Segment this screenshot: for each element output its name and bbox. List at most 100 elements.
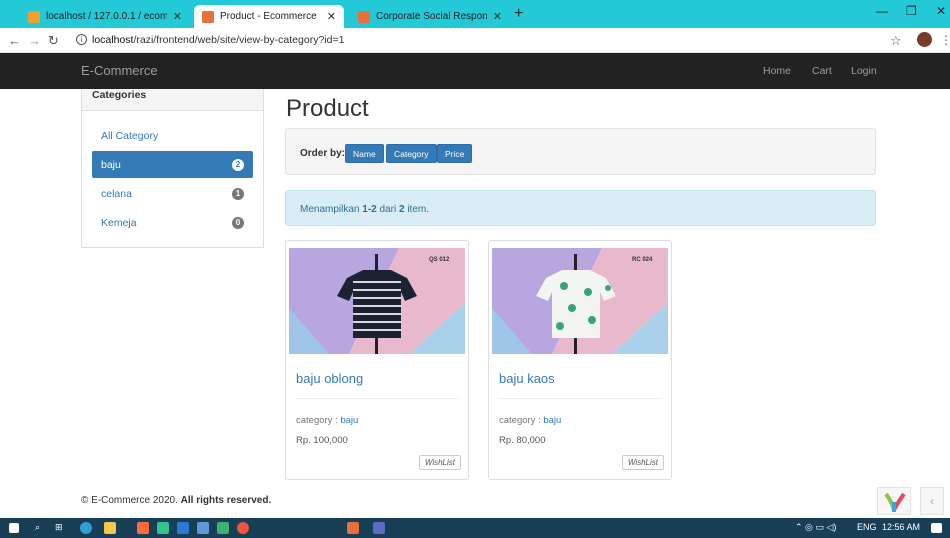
- order-name-button[interactable]: Name: [345, 144, 384, 163]
- chevron-left-icon[interactable]: ‹: [920, 487, 944, 515]
- product-image[interactable]: RC 024: [492, 248, 668, 354]
- windows-taskbar: ⌕ ⊞ ⌃ ◎ ▭ ◁) ENG 12:56 AM: [0, 518, 950, 538]
- product-photo-striped-shirt: QS 012: [289, 248, 465, 354]
- chrome-icon[interactable]: [237, 522, 249, 534]
- new-tab-button[interactable]: +: [514, 5, 523, 23]
- address-bar: ← → ↻ i localhost/razi/frontend/web/site…: [0, 28, 950, 53]
- browser-menu-icon[interactable]: ⋮: [940, 33, 950, 47]
- sidebar-item-label: All Category: [101, 129, 159, 142]
- file-explorer-icon[interactable]: [104, 522, 116, 534]
- phpmyadmin-icon: [28, 10, 40, 23]
- profile-avatar[interactable]: [917, 32, 932, 47]
- tab-phpmyadmin[interactable]: localhost / 127.0.0.1 / ecom2 / ... ✕: [20, 5, 190, 28]
- sidebar-item-label: celana: [101, 187, 132, 200]
- product-photo-palm-shirt: RC 024: [492, 248, 668, 354]
- product-category: category : baju: [296, 415, 358, 426]
- notification-icon[interactable]: [931, 523, 942, 533]
- clock[interactable]: 12:56 AM: [882, 522, 920, 532]
- results-summary: Menampilkan 1-2 dari 2 item.: [285, 190, 876, 226]
- sublime-icon[interactable]: [347, 522, 359, 534]
- sidebar-heading: Categories: [82, 89, 263, 111]
- close-window-icon[interactable]: ✕: [936, 4, 946, 18]
- tab-title: Product - Ecommerce: [220, 11, 317, 22]
- minimize-icon[interactable]: —: [876, 4, 888, 18]
- bookmark-star-icon[interactable]: ☆: [890, 33, 902, 49]
- order-by-label: Order by:: [300, 148, 346, 159]
- product-image[interactable]: QS 012: [289, 248, 465, 354]
- product-tag: QS 012: [429, 257, 450, 263]
- nav-login[interactable]: Login: [851, 65, 877, 77]
- browser-tab-bar: localhost / 127.0.0.1 / ecom2 / ... ✕ Pr…: [0, 0, 950, 28]
- product-card: QS 012 baju oblong category : baju Rp. 1…: [285, 240, 469, 480]
- sidebar-item-all-category[interactable]: All Category: [92, 122, 253, 149]
- order-by-bar: Order by: Name Category Price: [285, 128, 876, 175]
- url-field[interactable]: localhost/razi/frontend/web/site/view-by…: [92, 34, 344, 46]
- page-title: Product: [286, 95, 369, 122]
- wishlist-button[interactable]: WishList: [621, 455, 664, 470]
- task-view-icon[interactable]: ⊞: [55, 522, 63, 533]
- sidebar-item-kemeja[interactable]: Kemeja 0: [92, 209, 253, 236]
- divider: [296, 398, 458, 399]
- close-icon[interactable]: ✕: [487, 10, 502, 23]
- app-icon[interactable]: [137, 522, 149, 534]
- summary-text: dari: [379, 204, 397, 215]
- app-icon[interactable]: [373, 522, 385, 534]
- reload-icon[interactable]: ↻: [48, 33, 59, 49]
- back-icon[interactable]: ←: [8, 33, 21, 48]
- product-name-link[interactable]: baju kaos: [499, 371, 555, 386]
- summary-range: 1-2: [362, 204, 377, 215]
- order-price-button[interactable]: Price: [437, 144, 473, 163]
- summary-total: 2: [398, 204, 405, 215]
- brand-link[interactable]: E-Commerce: [81, 63, 158, 78]
- count-badge: 1: [232, 187, 244, 200]
- footer-text: © E-Commerce 2020.: [81, 495, 178, 506]
- url-path: /razi/frontend/web/site/view-by-category…: [133, 34, 345, 46]
- site-favicon-icon: [358, 10, 370, 23]
- tab-csr[interactable]: Corporate Social Responsibility ✕: [350, 5, 510, 28]
- product-card: RC 024 baju kaos category : baju Rp. 80,…: [488, 240, 672, 480]
- product-price: Rp. 100,000: [296, 435, 348, 446]
- count-badge: 0: [232, 216, 244, 229]
- system-tray-icons[interactable]: ⌃ ◎ ▭ ◁): [795, 522, 836, 533]
- app-icon[interactable]: [157, 522, 169, 534]
- summary-text: Menampilkan: [300, 204, 360, 215]
- sidebar-item-label: Kemeja: [101, 216, 137, 229]
- nav-home[interactable]: Home: [763, 65, 791, 77]
- tab-title: localhost / 127.0.0.1 / ecom2 / ...: [46, 11, 167, 22]
- forward-icon[interactable]: →: [28, 33, 41, 48]
- order-category-button[interactable]: Category: [386, 144, 437, 163]
- app-icon[interactable]: [217, 522, 229, 534]
- sidebar-item-label: baju: [101, 158, 121, 171]
- site-info-icon[interactable]: i: [76, 34, 87, 45]
- tab-product-ecommerce[interactable]: Product - Ecommerce ✕: [194, 5, 344, 28]
- search-icon[interactable]: ⌕: [35, 522, 40, 533]
- language-indicator[interactable]: ENG: [857, 522, 877, 532]
- product-tag: RC 024: [632, 257, 653, 263]
- yii-logo-icon: [884, 492, 906, 512]
- debug-toolbar-logo[interactable]: [877, 487, 911, 515]
- restore-icon[interactable]: ❐: [906, 4, 917, 18]
- windows-start-icon[interactable]: [9, 523, 19, 533]
- footer-rights: All rights reserved.: [180, 495, 272, 506]
- category-label: category :: [499, 415, 541, 426]
- product-category: category : baju: [499, 415, 561, 426]
- close-icon[interactable]: ✕: [321, 10, 336, 23]
- nav-cart[interactable]: Cart: [812, 65, 832, 77]
- wishlist-button[interactable]: WishList: [418, 455, 461, 470]
- mail-icon[interactable]: [177, 522, 189, 534]
- category-label: category :: [296, 415, 338, 426]
- app-icon[interactable]: [197, 522, 209, 534]
- divider: [499, 398, 661, 399]
- tab-title: Corporate Social Responsibility: [376, 11, 487, 22]
- sidebar-item-celana[interactable]: celana 1: [92, 180, 253, 207]
- product-name-link[interactable]: baju oblong: [296, 371, 363, 386]
- url-host: localhost: [92, 34, 134, 46]
- sidebar-item-baju[interactable]: baju 2: [92, 151, 253, 178]
- category-link[interactable]: baju: [340, 415, 358, 426]
- edge-icon[interactable]: [80, 522, 92, 534]
- site-footer: © E-Commerce 2020. All rights reserved.: [81, 495, 271, 506]
- product-price: Rp. 80,000: [499, 435, 546, 446]
- count-badge: 2: [232, 158, 244, 171]
- category-link[interactable]: baju: [543, 415, 561, 426]
- close-icon[interactable]: ✕: [167, 10, 182, 23]
